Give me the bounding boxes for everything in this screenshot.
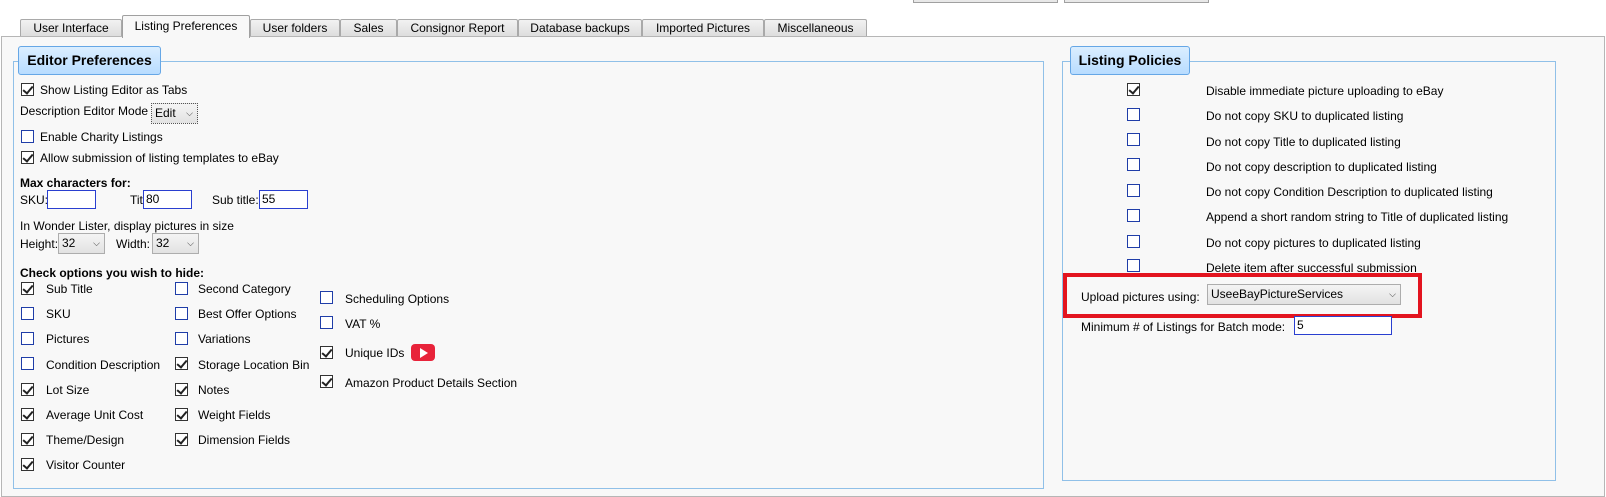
chevron-down-icon: ⌵ [187,238,194,248]
policy-label: Append a short random string to Title of… [1206,210,1509,224]
chevron-down-icon: ⌵ [186,108,193,118]
upload-pictures-select[interactable]: UseeBayPictureServices ⌵ [1207,284,1401,305]
policy-label: Do not copy SKU to duplicated listing [1206,109,1404,123]
tab-user-interface[interactable]: User Interface [20,19,122,37]
hide-theme-checkbox[interactable] [21,433,34,446]
show-tabs-checkbox[interactable] [21,83,34,96]
top-button-1[interactable] [913,0,1058,3]
tab-consignor-report[interactable]: Consignor Report [397,19,518,37]
hide-storage-bin-checkbox[interactable] [175,357,188,370]
policy-append-random-checkbox[interactable] [1127,209,1140,222]
tab-listing-preferences[interactable]: Listing Preferences [122,15,250,38]
hide-option-label: Condition Description [46,358,161,372]
policy-label: Do not copy Condition Description to dup… [1206,185,1493,199]
policy-no-description-checkbox[interactable] [1127,158,1140,171]
hide-variations-checkbox[interactable] [175,332,188,345]
tab-database-backups[interactable]: Database backups [518,19,642,37]
hide-option-label: Theme/Design [46,433,125,447]
charity-checkbox[interactable] [21,130,34,143]
hide-lot-size-checkbox[interactable] [21,383,34,396]
desc-mode-label: Description Editor Mode [20,104,149,118]
policy-delete-item-checkbox[interactable] [1127,259,1140,272]
youtube-play-icon[interactable] [411,344,435,361]
subtitle-label: Sub title: [212,193,259,207]
hide-amazon-details-checkbox[interactable] [320,375,333,388]
desc-mode-value: Edit [155,106,176,120]
tab-imported-pictures[interactable]: Imported Pictures [642,19,764,37]
hide-option-label: Scheduling Options [345,292,450,306]
sku-input[interactable] [47,190,96,209]
hide-option-label: VAT % [345,317,381,331]
hide-option-label: Sub Title [46,282,93,296]
hide-condition-checkbox[interactable] [21,357,34,370]
hide-dimension-checkbox[interactable] [175,433,188,446]
hide-option-label: Weight Fields [198,408,271,422]
policy-label: Do not copy pictures to duplicated listi… [1206,236,1421,250]
height-value: 32 [62,236,76,250]
policy-label: Do not copy Title to duplicated listing [1206,135,1401,149]
height-select[interactable]: 32 ⌵ [58,233,105,254]
hide-scheduling-checkbox[interactable] [320,291,333,304]
hide-best-offer-checkbox[interactable] [175,307,188,320]
hide-sku-checkbox[interactable] [21,307,34,320]
hide-option-label: Second Category [198,282,291,296]
hide-option-label: Amazon Product Details Section [345,376,518,390]
hide-pictures-checkbox[interactable] [21,332,34,345]
min-batch-input[interactable]: 5 [1294,316,1392,335]
tab-strip: User Interface Listing Preferences User … [0,15,1606,38]
subtitle-input[interactable]: 55 [259,190,308,209]
hide-option-label: Unique IDs [345,346,405,360]
hide-second-category-checkbox[interactable] [175,282,188,295]
hide-option-label: Notes [198,383,230,397]
allow-templates-label: Allow submission of listing templates to… [40,151,279,165]
hide-weight-checkbox[interactable] [175,408,188,421]
height-label: Height: [20,237,59,251]
tab-sales[interactable]: Sales [340,19,397,37]
hide-options-heading: Check options you wish to hide: [20,266,205,280]
tab-miscellaneous[interactable]: Miscellaneous [764,19,867,37]
hide-option-label: Best Offer Options [198,307,297,321]
width-value: 32 [156,236,170,250]
max-chars-heading: Max characters for: [20,176,131,190]
pic-size-label: In Wonder Lister, display pictures in si… [20,219,234,233]
width-label: Width: [116,237,151,251]
hide-notes-checkbox[interactable] [175,383,188,396]
policy-no-title-checkbox[interactable] [1127,133,1140,146]
desc-mode-select[interactable]: Edit ⌵ [151,103,198,124]
listing-policies-title: Listing Policies [1070,46,1190,75]
chevron-down-icon: ⌵ [1389,289,1396,299]
hide-visitor-counter-checkbox[interactable] [21,458,34,471]
hide-option-label: SKU [46,307,71,321]
hide-option-label: Visitor Counter [46,458,126,472]
hide-avg-cost-checkbox[interactable] [21,408,34,421]
hide-vat-checkbox[interactable] [320,316,333,329]
policy-label: Do not copy description to duplicated li… [1206,160,1437,174]
hide-option-label: Storage Location Bin [198,358,310,372]
upload-pictures-value: UseeBayPictureServices [1211,287,1344,301]
min-batch-label: Minimum # of Listings for Batch mode: [1081,320,1286,334]
sku-label: SKU: [20,193,49,207]
hide-subtitle-checkbox[interactable] [21,282,34,295]
tab-user-folders[interactable]: User folders [250,19,340,37]
policy-no-pictures-checkbox[interactable] [1127,235,1140,248]
allow-templates-checkbox[interactable] [21,151,34,164]
upload-pictures-label: Upload pictures using: [1081,290,1200,304]
hide-unique-ids-checkbox[interactable] [320,346,333,359]
top-button-2[interactable] [1064,0,1209,3]
hide-option-label: Dimension Fields [198,433,291,447]
width-select[interactable]: 32 ⌵ [152,233,199,254]
policy-disable-upload-checkbox[interactable] [1127,83,1140,96]
hide-option-label: Pictures [46,332,90,346]
editor-preferences-title: Editor Preferences [18,46,161,75]
policy-label: Disable immediate picture uploading to e… [1206,84,1444,98]
policy-no-condition-checkbox[interactable] [1127,184,1140,197]
charity-label: Enable Charity Listings [40,130,163,144]
hide-option-label: Lot Size [46,383,90,397]
show-tabs-label: Show Listing Editor as Tabs [40,83,188,97]
hide-option-label: Average Unit Cost [46,408,144,422]
title-input[interactable]: 80 [143,190,192,209]
policy-no-sku-checkbox[interactable] [1127,108,1140,121]
hide-option-label: Variations [198,332,251,346]
chevron-down-icon: ⌵ [93,238,100,248]
